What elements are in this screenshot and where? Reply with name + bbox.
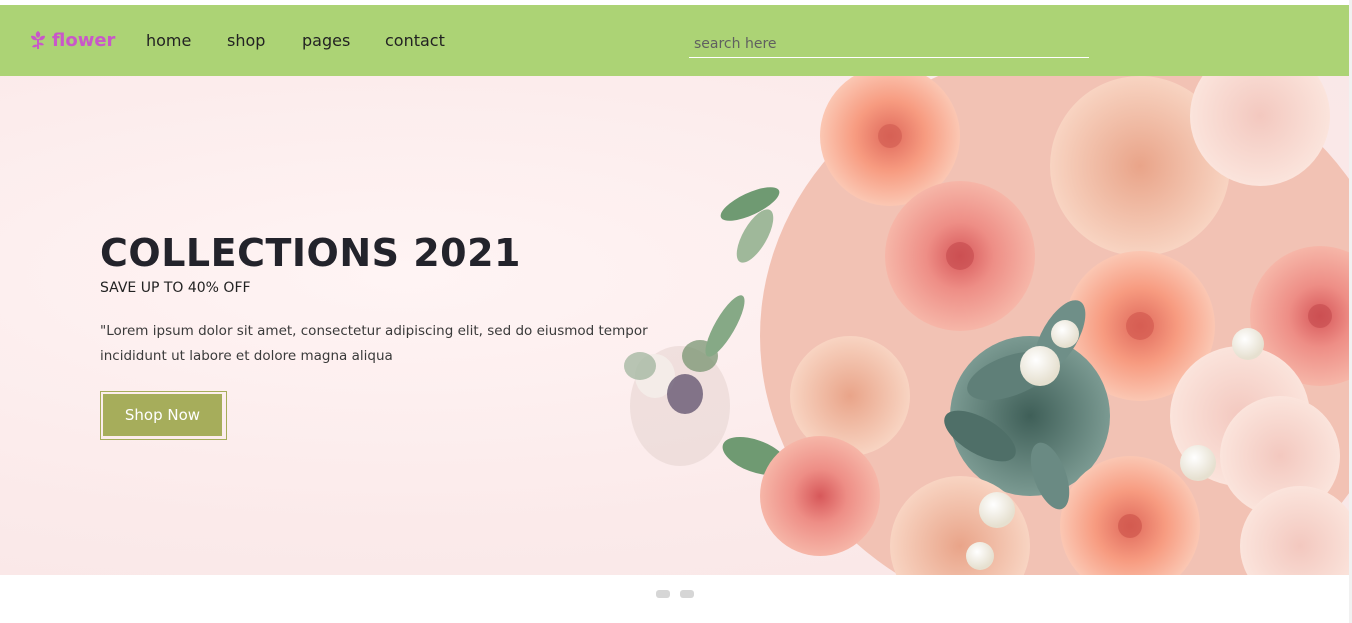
shop-now-button-frame: Shop Now — [100, 391, 227, 440]
nav-contact-link[interactable]: contact — [385, 31, 445, 50]
carousel-dot-2[interactable] — [680, 590, 694, 598]
brand-name: flower — [52, 29, 116, 51]
flower-bouquet-image — [624, 76, 1349, 575]
nav-home-link[interactable]: home — [146, 31, 191, 50]
brand-logo[interactable]: flower — [28, 29, 115, 51]
carousel-dots — [656, 590, 694, 598]
shop-now-button[interactable]: Shop Now — [103, 394, 222, 436]
hero-banner: COLLECTIONS 2021 SAVE UP TO 40% OFF "Lor… — [0, 76, 1349, 575]
carousel-dot-1[interactable] — [656, 590, 670, 598]
flower-icon — [31, 31, 45, 49]
navbar: flower home shop pages contact — [0, 5, 1349, 76]
nav-pages-link[interactable]: pages — [302, 31, 350, 50]
search-input[interactable] — [689, 31, 1089, 58]
nav-shop-link[interactable]: shop — [227, 31, 265, 50]
hero-title: COLLECTIONS 2021 — [100, 231, 521, 275]
hero-description: "Lorem ipsum dolor sit amet, consectetur… — [100, 323, 648, 364]
hero-subtitle: SAVE UP TO 40% OFF — [100, 280, 251, 296]
